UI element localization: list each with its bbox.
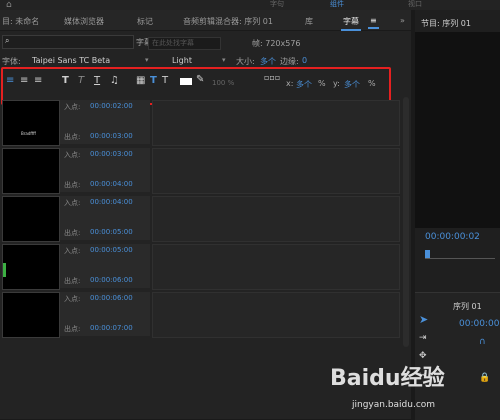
- program-monitor-title[interactable]: 节目: 序列 01: [421, 18, 471, 29]
- snap-icon[interactable]: ∩: [479, 337, 486, 347]
- vertical-scrollbar[interactable]: [403, 97, 409, 347]
- edge-value[interactable]: 0: [302, 56, 307, 65]
- out-label: 出点:: [64, 181, 81, 189]
- font-family-dropdown-icon[interactable]: ▾: [145, 56, 149, 64]
- search-input[interactable]: ⌕: [2, 35, 134, 49]
- caption-row[interactable]: Bradffff 入点: 00:00:02:00 出点: 00:00:03:00: [0, 100, 400, 146]
- out-label: 出点:: [64, 325, 81, 333]
- frame-size-label: 帧: 720x576: [252, 39, 301, 48]
- watermark-url: jingyan.baidu.com: [352, 400, 436, 410]
- lock-icon[interactable]: 🔒: [479, 373, 490, 383]
- in-timecode[interactable]: 00:00:05:00: [90, 246, 133, 254]
- caption-row[interactable]: 入点: 00:00:06:00 出点: 00:00:07:00: [0, 292, 400, 338]
- sequence-timecode[interactable]: 00:00:00: [459, 319, 499, 329]
- font-weight-select[interactable]: Light: [172, 56, 192, 65]
- program-timecode[interactable]: 00:00:00:02: [425, 232, 480, 242]
- in-label: 入点:: [64, 103, 81, 111]
- caption-text-area[interactable]: [152, 148, 400, 194]
- caption-text-area[interactable]: [152, 100, 400, 146]
- panel-menu-icon[interactable]: ≡: [368, 16, 379, 29]
- top-item-1[interactable]: 字句: [270, 0, 284, 9]
- in-timecode[interactable]: 00:00:04:00: [90, 198, 133, 206]
- tab-captions[interactable]: 字幕: [341, 16, 361, 31]
- caption-thumbnail: [2, 148, 60, 194]
- out-label: 出点:: [64, 277, 81, 285]
- program-monitor-panel: 节目: 序列 01 00:00:00:02 ➤ ⇥ ✥ ✂ 序列 01 00:0…: [415, 10, 500, 420]
- search-icon: ⌕: [5, 36, 10, 45]
- top-item-3[interactable]: 视口: [408, 0, 422, 9]
- out-timecode[interactable]: 00:00:05:00: [90, 228, 133, 236]
- in-label: 入点:: [64, 199, 81, 207]
- caption-thumbnail: [2, 196, 60, 242]
- caption-row[interactable]: 入点: 00:00:04:00 出点: 00:00:05:00: [0, 196, 400, 242]
- out-timecode[interactable]: 00:00:03:00: [90, 132, 133, 140]
- top-menu-strip: ⌂ 字句 组件 视口: [0, 0, 500, 10]
- home-icon[interactable]: ⌂: [6, 0, 12, 10]
- out-timecode[interactable]: 00:00:06:00: [90, 276, 133, 284]
- in-timecode[interactable]: 00:00:02:00: [90, 102, 133, 110]
- caption-thumbnail: [2, 292, 60, 338]
- program-monitor-video: [415, 32, 500, 228]
- caption-search-placeholder: 在此处找字幕: [152, 39, 194, 47]
- in-timecode[interactable]: 00:00:06:00: [90, 294, 133, 302]
- font-label: 字体:: [2, 57, 21, 66]
- caption-row[interactable]: 入点: 00:00:03:00 出点: 00:00:04:00: [0, 148, 400, 194]
- tab-media-browser[interactable]: 媒体浏览器: [64, 16, 104, 27]
- caption-row[interactable]: 入点: 00:00:05:00 出点: 00:00:06:00: [0, 244, 400, 290]
- out-timecode[interactable]: 00:00:07:00: [90, 324, 133, 332]
- caption-timing: 入点: 00:00:03:00 出点: 00:00:04:00: [60, 148, 150, 192]
- sequence-label[interactable]: 序列 01: [453, 301, 482, 312]
- program-ruler[interactable]: [425, 250, 495, 259]
- playhead-icon[interactable]: [425, 250, 430, 258]
- caption-thumbnail: [2, 244, 60, 290]
- in-label: 入点:: [64, 151, 81, 159]
- in-timecode[interactable]: 00:00:03:00: [90, 150, 133, 158]
- size-value[interactable]: 多个: [260, 56, 276, 67]
- edge-label: 边缘:: [280, 57, 299, 66]
- caption-thumbnail: Bradffff: [2, 100, 60, 146]
- selection-marker: [3, 263, 6, 277]
- caption-timing: 入点: 00:00:05:00 出点: 00:00:06:00: [60, 244, 150, 288]
- caption-timing: 入点: 00:00:06:00 出点: 00:00:07:00: [60, 292, 150, 336]
- tab-libraries[interactable]: 库: [305, 16, 313, 27]
- size-label: 大小:: [236, 57, 255, 66]
- caption-text-area[interactable]: [152, 292, 400, 338]
- in-label: 入点:: [64, 247, 81, 255]
- caption-search-field[interactable]: 在此处找字幕: [148, 37, 221, 50]
- top-item-2[interactable]: 组件: [330, 0, 344, 9]
- out-timecode[interactable]: 00:00:04:00: [90, 180, 133, 188]
- watermark-logo: Baidu经验: [330, 366, 445, 391]
- out-label: 出点:: [64, 133, 81, 141]
- caption-text-area[interactable]: [152, 244, 400, 290]
- caption-timing: 入点: 00:00:02:00 出点: 00:00:03:00: [60, 100, 150, 144]
- font-family-select[interactable]: Taipei Sans TC Beta: [32, 56, 110, 65]
- panel-tab-bar: 目: 未命名 媒体浏览器 标记 音频剪辑混合器: 序列 01 库 字幕 ≡ »: [0, 10, 411, 31]
- tab-markers[interactable]: 标记: [137, 16, 153, 27]
- thumbnail-text: Bradffff: [21, 131, 36, 136]
- caption-timing: 入点: 00:00:04:00 出点: 00:00:05:00: [60, 196, 150, 240]
- in-label: 入点:: [64, 295, 81, 303]
- tab-project[interactable]: 目: 未命名: [2, 16, 39, 27]
- font-weight-dropdown-icon[interactable]: ▾: [222, 56, 226, 64]
- out-label: 出点:: [64, 229, 81, 237]
- tab-audio-mixer[interactable]: 音频剪辑混合器: 序列 01: [183, 16, 273, 27]
- caption-text-area[interactable]: [152, 196, 400, 242]
- selection-tool-icon[interactable]: ➤: [419, 313, 428, 326]
- track-select-icon[interactable]: ⇥: [419, 333, 427, 343]
- more-panels-icon[interactable]: »: [400, 16, 405, 25]
